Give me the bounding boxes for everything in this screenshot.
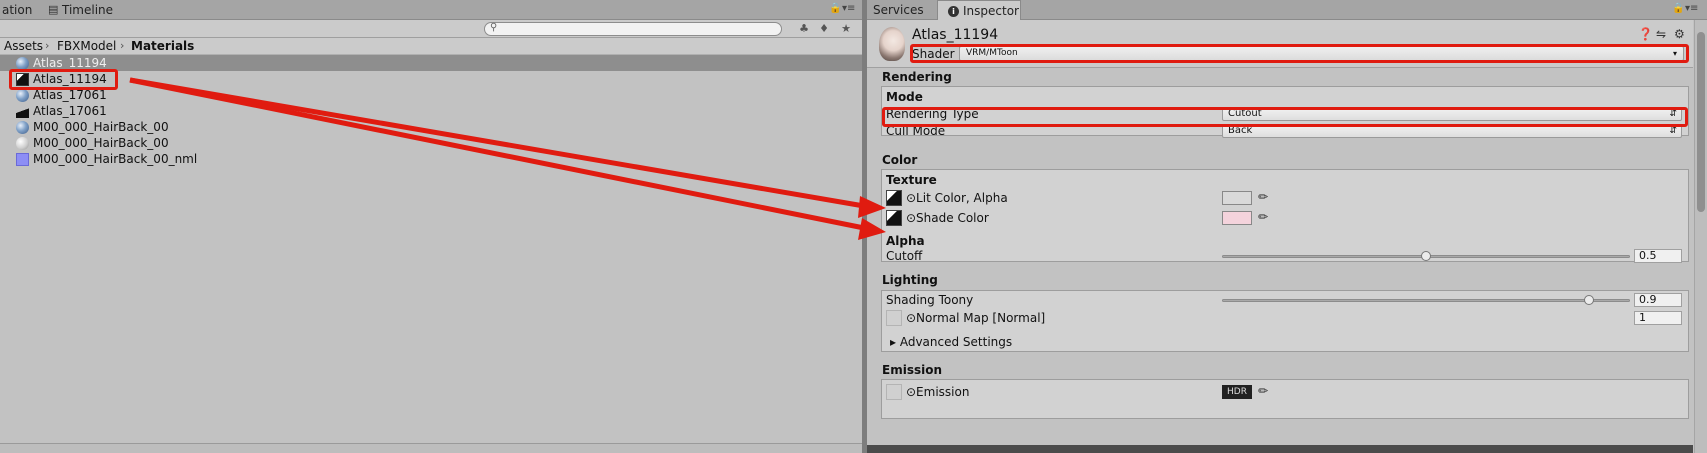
lit-color-swatch[interactable]	[1222, 191, 1252, 205]
list-item-label: Atlas_17061	[33, 88, 107, 102]
shading-toony-slider[interactable]	[1222, 299, 1630, 302]
emission-color-hdr[interactable]: HDR	[1222, 385, 1252, 399]
shading-toony-slider-handle[interactable]	[1584, 295, 1595, 305]
help-icon[interactable]: ❓	[1638, 27, 1653, 41]
eyedropper-icon[interactable]: ✏	[1258, 190, 1268, 204]
list-item-label: Atlas_17061	[33, 104, 107, 118]
list-item-label: M00_000_HairBack_00_nml	[33, 152, 198, 166]
lit-color-label: ⊙Lit Color, Alpha	[906, 191, 1008, 205]
section-color-title: Color	[882, 153, 918, 167]
breadcrumb: Assets › FBXModel › Materials	[0, 38, 862, 55]
scrollbar-thumb[interactable]	[1697, 32, 1705, 212]
texture-title: Texture	[886, 173, 937, 187]
panel-menu-icon[interactable]: ▾≡	[1685, 3, 1698, 14]
filter-by-type-icon[interactable]: ♣	[795, 22, 813, 36]
emission-box: ⊙Emission HDR ✏	[881, 379, 1689, 419]
cutoff-field[interactable]: 0.5	[1634, 249, 1682, 263]
shading-toony-label: Shading Toony	[886, 293, 974, 307]
list-item[interactable]: M00_000_HairBack_00	[0, 119, 862, 135]
tab-inspector-label: Inspector	[963, 4, 1019, 18]
list-item[interactable]: Atlas_11194	[0, 55, 862, 71]
list-item-label: M00_000_HairBack_00	[33, 136, 169, 150]
tab-services[interactable]: Services	[873, 0, 924, 20]
breadcrumb-fbxmodel[interactable]: FBXModel	[57, 39, 116, 53]
highlight-box-rendering-type	[882, 107, 1688, 127]
section-emission-title: Emission	[882, 363, 942, 377]
color-box: Texture ⊙Lit Color, Alpha ✏ ⊙Shade Color…	[881, 169, 1689, 263]
section-lighting-title: Lighting	[882, 273, 938, 287]
breadcrumb-materials[interactable]: Materials	[131, 39, 194, 53]
material-sphere-icon	[16, 121, 29, 134]
material-name: Atlas_11194	[912, 27, 999, 43]
advanced-settings-label: Advanced Settings	[899, 335, 1013, 349]
project-tab-bar: ation ▤ Timeline 🔒 ▾≡	[0, 0, 862, 20]
tab-inspector[interactable]: i Inspector	[937, 0, 1021, 20]
material-preview-thumbnail	[879, 27, 905, 61]
info-icon: i	[948, 6, 959, 17]
filter-by-label-icon[interactable]: ♦	[815, 22, 833, 36]
normal-map-label: ⊙Normal Map [Normal]	[906, 311, 1046, 325]
eyedropper-icon[interactable]: ✏	[1258, 384, 1268, 398]
shade-color-label: ⊙Shade Color	[906, 211, 989, 225]
list-item[interactable]: M00_000_HairBack_00	[0, 135, 862, 151]
inspector-tab-bar: Services i Inspector 🔒 ▾≡	[867, 0, 1707, 20]
inspector-panel: Services i Inspector 🔒 ▾≡ Atlas_11194 Sha…	[867, 0, 1707, 453]
search-input[interactable]: ⚲	[484, 22, 782, 36]
preset-icon[interactable]: ⇋	[1656, 27, 1666, 41]
lit-texture-slot[interactable]	[886, 190, 902, 206]
advanced-settings-foldout[interactable]: ▸ Advanced Settings	[890, 335, 1012, 349]
project-toolbar: ⚲ ♣ ♦ ★	[0, 20, 862, 38]
lighting-box: Shading Toony 0.9 ⊙Normal Map [Normal] 1…	[881, 290, 1689, 352]
emission-label: ⊙Emission	[906, 385, 970, 399]
chevron-right-icon: ›	[120, 39, 125, 52]
preview-bar[interactable]	[867, 445, 1693, 453]
white-material-icon	[16, 137, 29, 150]
favorite-star-icon[interactable]: ★	[837, 22, 855, 36]
panel-menu-icon[interactable]: ▾≡	[842, 3, 855, 14]
project-panel: ation ▤ Timeline 🔒 ▾≡ ⚲ ♣ ♦ ★ Assets › F…	[0, 0, 862, 453]
cutoff-label: Cutoff	[886, 249, 923, 263]
alpha-title: Alpha	[886, 234, 925, 248]
timeline-icon: ▤	[48, 3, 59, 16]
material-sphere-icon	[16, 89, 29, 102]
shade-color-swatch[interactable]	[1222, 211, 1252, 225]
list-item[interactable]: Atlas_11194	[0, 71, 862, 87]
list-item[interactable]: Atlas_17061	[0, 87, 862, 103]
emission-texture-slot[interactable]	[886, 384, 902, 400]
lock-icon[interactable]: 🔒	[829, 3, 841, 14]
highlight-box-texture-item	[9, 69, 118, 90]
shading-toony-field[interactable]: 0.9	[1634, 293, 1682, 307]
normal-map-icon	[16, 153, 29, 166]
list-item-label: Atlas_11194	[33, 56, 107, 70]
inspector-scrollbar[interactable]	[1694, 20, 1707, 453]
lock-icon[interactable]: 🔒	[1672, 3, 1684, 14]
cutoff-slider-handle[interactable]	[1421, 251, 1431, 261]
shade-texture-slot[interactable]	[886, 210, 902, 226]
gear-icon[interactable]: ⚙	[1674, 27, 1685, 41]
tab-timeline[interactable]: Timeline	[62, 3, 113, 17]
section-rendering-title: Rendering	[882, 70, 952, 84]
project-status-bar	[0, 443, 862, 453]
list-item-label: M00_000_HairBack_00	[33, 120, 169, 134]
mode-title: Mode	[886, 90, 923, 104]
chevron-right-icon: ›	[45, 39, 50, 52]
list-item[interactable]: Atlas_17061	[0, 103, 862, 119]
normal-map-slot[interactable]	[886, 310, 902, 326]
search-icon: ⚲	[490, 22, 498, 33]
eyedropper-icon[interactable]: ✏	[1258, 210, 1268, 224]
foldout-arrow-icon: ▸	[890, 335, 900, 349]
highlight-box-shader	[910, 44, 1689, 63]
tab-animation[interactable]: ation	[2, 3, 32, 17]
list-item[interactable]: M00_000_HairBack_00_nml	[0, 151, 862, 167]
texture-icon	[16, 105, 29, 118]
normal-map-scale-field[interactable]: 1	[1634, 311, 1682, 325]
breadcrumb-assets[interactable]: Assets	[4, 39, 43, 53]
